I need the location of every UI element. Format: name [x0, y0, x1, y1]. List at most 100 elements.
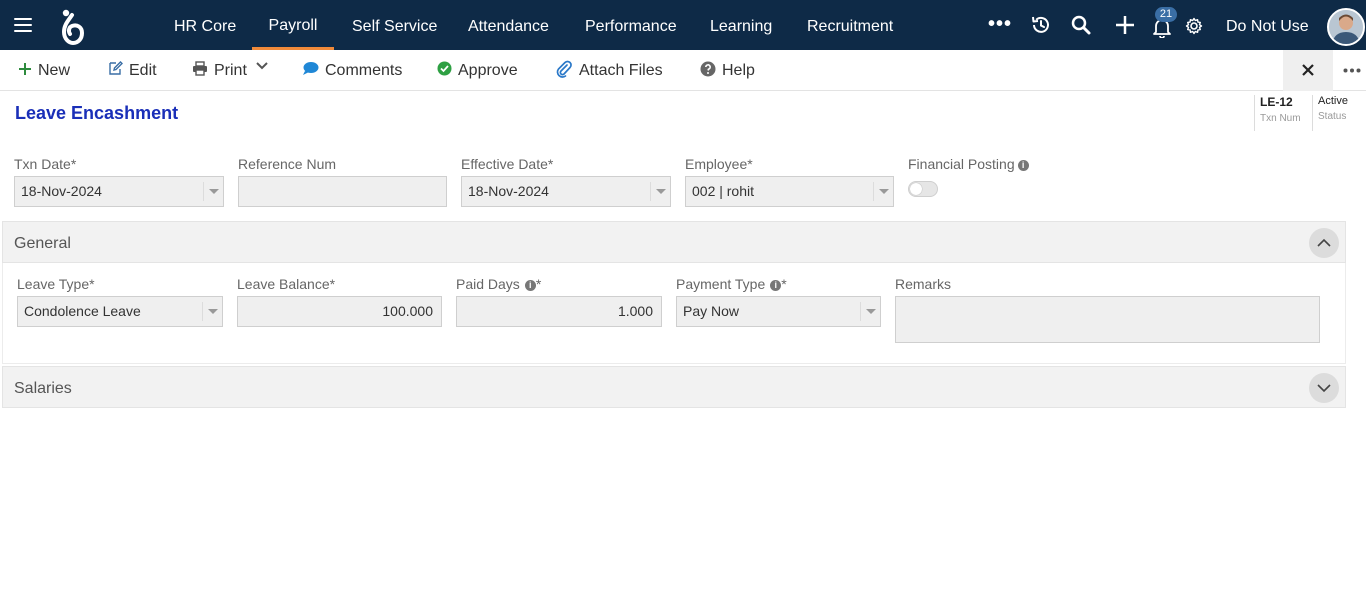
chevron-down-icon — [650, 182, 670, 201]
payment-type-label-text: Payment Type — [676, 276, 766, 292]
close-icon — [1302, 64, 1314, 76]
chevron-down-icon — [860, 302, 880, 321]
nav-tab-payroll[interactable]: Payroll — [252, 0, 334, 50]
comments-button[interactable]: Comments — [302, 50, 402, 91]
more-menu-icon[interactable]: ••• — [988, 14, 1012, 34]
paid-days-field[interactable]: 1.000 — [456, 296, 662, 327]
app-logo[interactable] — [58, 7, 86, 45]
more-options-button[interactable] — [1340, 50, 1364, 91]
paid-days-label-text: Paid Days — [456, 276, 520, 292]
comments-button-label: Comments — [325, 62, 403, 79]
print-button[interactable]: Print — [192, 50, 247, 91]
attach-files-button[interactable]: Attach Files — [555, 50, 663, 91]
effective-date-field[interactable]: 18-Nov-2024 — [461, 176, 671, 207]
financial-posting-label: Financial Posting i — [908, 156, 1029, 172]
user-name[interactable]: Do Not Use — [1226, 0, 1309, 50]
nav-tab-self-service[interactable]: Self Service — [352, 0, 437, 50]
status-block: Active Status — [1312, 95, 1348, 131]
chevron-up-icon — [1317, 238, 1331, 247]
new-button-label: New — [38, 62, 71, 79]
financial-posting-toggle[interactable] — [908, 181, 938, 197]
payment-type-label: Payment Type i * — [676, 276, 787, 292]
toggle-knob — [910, 183, 922, 195]
payment-type-value: Pay Now — [683, 303, 740, 319]
remarks-textarea[interactable] — [895, 296, 1320, 343]
paid-days-label: Paid Days i * — [456, 276, 542, 292]
help-icon — [700, 61, 716, 77]
txn-date-label-text: Txn Date — [14, 156, 71, 172]
attach-files-button-label: Attach Files — [579, 62, 663, 79]
employee-label: Employee* — [685, 156, 753, 172]
edit-icon — [109, 61, 123, 75]
print-button-label: Print — [214, 62, 247, 79]
chevron-down-icon — [1317, 384, 1331, 393]
leave-balance-label: Leave Balance* — [237, 276, 336, 292]
edit-button-label: Edit — [129, 62, 157, 79]
comment-icon — [303, 62, 319, 76]
help-button-label: Help — [722, 62, 755, 79]
info-icon[interactable]: i — [1017, 160, 1029, 171]
check-circle-icon — [437, 61, 452, 76]
collapse-section-button[interactable] — [1309, 228, 1339, 258]
txn-num-value: LE-12 — [1260, 95, 1293, 109]
leave-balance-label-text: Leave Balance — [237, 276, 330, 292]
expand-section-button[interactable] — [1309, 373, 1339, 403]
print-dropdown-chevron-icon[interactable] — [255, 61, 269, 71]
notification-badge: 21 — [1155, 7, 1177, 22]
chevron-down-icon — [202, 302, 222, 321]
effective-date-label: Effective Date* — [461, 156, 554, 172]
approve-button-label: Approve — [458, 62, 518, 79]
action-toolbar: New Edit Print Comments Approve Attach F… — [0, 50, 1366, 91]
plus-icon — [19, 62, 31, 75]
chevron-down-icon — [873, 182, 893, 201]
new-button[interactable]: New — [18, 50, 70, 91]
top-navigation-bar: HR Core Payroll Self Service Attendance … — [0, 0, 1366, 50]
plus-icon[interactable] — [1114, 14, 1136, 36]
txn-date-value: 18-Nov-2024 — [21, 183, 102, 199]
effective-date-value: 18-Nov-2024 — [468, 183, 549, 199]
salaries-section-header[interactable]: Salaries — [2, 366, 1346, 408]
leave-type-value: Condolence Leave — [24, 303, 141, 319]
txn-date-field[interactable]: 18-Nov-2024 — [14, 176, 224, 207]
approve-button[interactable]: Approve — [437, 50, 518, 91]
nav-tab-learning[interactable]: Learning — [710, 0, 772, 50]
employee-field[interactable]: 002 | rohit — [685, 176, 894, 207]
info-icon[interactable]: i — [770, 280, 782, 291]
payment-type-field[interactable]: Pay Now — [676, 296, 881, 327]
employee-value: 002 | rohit — [692, 183, 755, 199]
general-section-header[interactable]: General — [2, 221, 1346, 263]
salaries-section-title: Salaries — [14, 380, 72, 397]
leave-type-label: Leave Type* — [17, 276, 95, 292]
status-badge: Active — [1318, 95, 1348, 107]
nav-tab-hr-core[interactable]: HR Core — [174, 0, 236, 50]
ellipsis-icon — [1343, 68, 1361, 73]
edit-button[interactable]: Edit — [108, 50, 157, 91]
menu-icon[interactable] — [14, 18, 32, 32]
txn-date-label: Txn Date* — [14, 156, 77, 172]
nav-tab-attendance[interactable]: Attendance — [468, 0, 549, 50]
txn-num-label: Txn Num — [1260, 113, 1301, 124]
close-button[interactable] — [1283, 50, 1333, 91]
effective-date-label-text: Effective Date — [461, 156, 548, 172]
nav-tab-performance[interactable]: Performance — [585, 0, 677, 50]
search-icon[interactable] — [1070, 14, 1092, 36]
chevron-down-icon — [203, 182, 223, 201]
reference-num-field[interactable] — [238, 176, 447, 207]
paperclip-icon — [556, 60, 572, 78]
page-title: Leave Encashment — [15, 103, 179, 123]
leave-balance-field[interactable]: 100.000 — [237, 296, 442, 327]
remarks-label: Remarks — [895, 276, 952, 292]
help-button[interactable]: Help — [700, 50, 755, 91]
status-label: Status — [1318, 111, 1347, 122]
txn-num-block: LE-12 Txn Num — [1254, 95, 1301, 131]
nav-tab-recruitment[interactable]: Recruitment — [807, 0, 893, 50]
avatar[interactable] — [1327, 8, 1365, 46]
leave-type-label-text: Leave Type — [17, 276, 90, 292]
gear-icon[interactable] — [1185, 17, 1203, 35]
general-section-title: General — [14, 235, 71, 252]
reference-num-label: Reference Num — [238, 156, 337, 172]
history-icon[interactable] — [1030, 14, 1052, 36]
financial-posting-label-text: Financial Posting — [908, 156, 1015, 172]
leave-type-field[interactable]: Condolence Leave — [17, 296, 223, 327]
info-icon[interactable]: i — [524, 280, 536, 291]
